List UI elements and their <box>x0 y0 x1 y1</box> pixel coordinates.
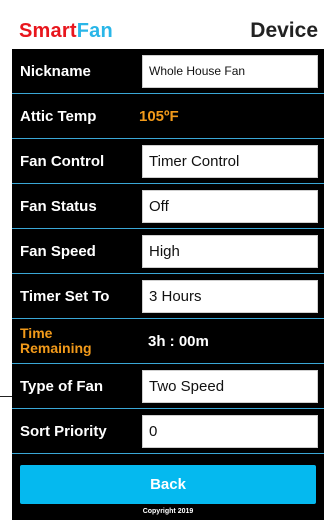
edge-line <box>0 396 12 397</box>
brand-fan: Fan <box>76 19 113 42</box>
row-timer-set-to: Timer Set To 3 Hours <box>12 274 324 319</box>
type-of-fan-select[interactable]: Two Speed <box>142 369 318 403</box>
copyright-text: Copyright 2019 <box>142 508 194 515</box>
time-remaining-label-line1: Time <box>20 325 53 341</box>
fan-status-select[interactable]: Off <box>142 189 318 223</box>
attic-temp-value: 105ºF <box>139 107 179 125</box>
time-remaining-label: Time Remaining <box>12 326 142 356</box>
sort-priority-field[interactable]: 0 <box>142 414 318 448</box>
row-attic-temp: Attic Temp 105ºF <box>12 94 324 139</box>
time-remaining-value: 3h : 00m <box>148 332 209 350</box>
brand-smart: Smart <box>19 19 77 42</box>
attic-temp-label: Attic Temp <box>20 107 97 125</box>
row-sort-priority: Sort Priority 0 <box>12 409 324 454</box>
timer-set-to-select[interactable]: 3 Hours <box>142 279 318 313</box>
fan-control-select[interactable]: Timer Control <box>142 144 318 178</box>
fan-speed-label: Fan Speed <box>20 242 96 260</box>
app-header: SmartFan Device <box>12 13 324 49</box>
row-nickname: Nickname Whole House Fan <box>12 49 324 94</box>
type-of-fan-label: Type of Fan <box>20 377 104 395</box>
fan-speed-select[interactable]: High <box>142 234 318 268</box>
row-fan-speed: Fan Speed High <box>12 229 324 274</box>
device-screen: SmartFan Device Nickname Whole House Fan… <box>12 13 324 520</box>
timer-set-to-label: Timer Set To <box>20 287 110 305</box>
device-settings-list: Nickname Whole House Fan Attic Temp 105º… <box>12 49 324 454</box>
page-title: Device <box>250 19 318 42</box>
row-fan-control: Fan Control Timer Control <box>12 139 324 184</box>
row-type-of-fan: Type of Fan Two Speed <box>12 364 324 409</box>
fan-control-label: Fan Control <box>20 152 105 170</box>
fan-status-label: Fan Status <box>20 197 97 215</box>
row-fan-status: Fan Status Off <box>12 184 324 229</box>
nickname-field[interactable]: Whole House Fan <box>142 54 318 88</box>
nickname-label: Nickname <box>20 62 91 80</box>
time-remaining-label-line2: Remaining <box>20 340 92 356</box>
brand-logo: SmartFan <box>19 20 113 43</box>
sort-priority-label: Sort Priority <box>20 422 107 440</box>
row-time-remaining: Time Remaining 3h : 00m <box>12 319 324 364</box>
back-button[interactable]: Back <box>20 465 316 504</box>
